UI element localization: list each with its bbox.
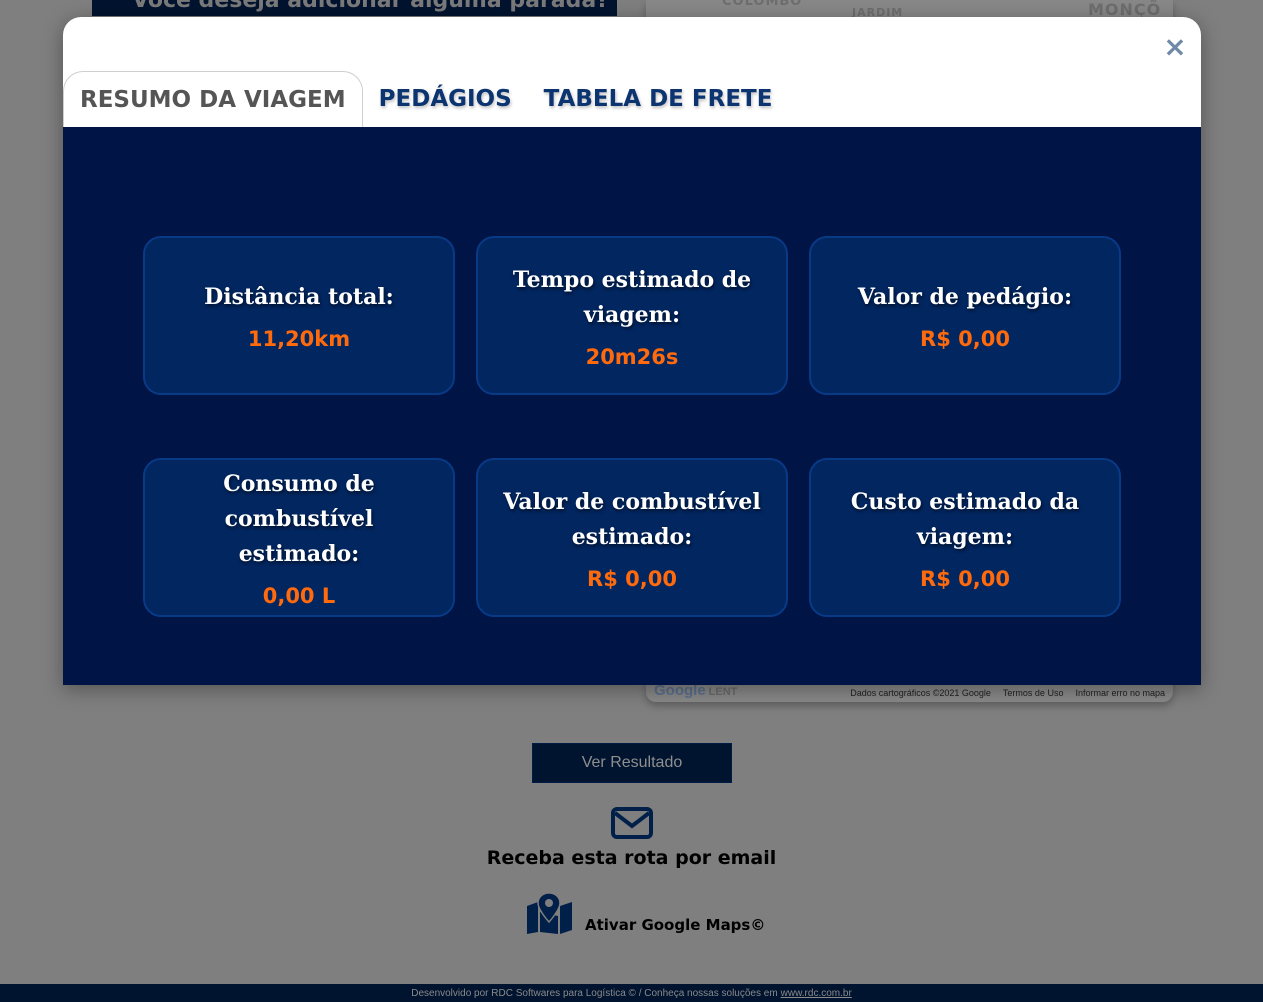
map-attribution: Dados cartográficos ©2021 Google [850, 688, 991, 698]
map-terms-link[interactable]: Termos de Uso [1003, 688, 1064, 698]
footer-text: Desenvolvido por RDC Softwares para Logí… [411, 987, 778, 999]
card-label: Tempo estimado de viagem: [512, 266, 752, 328]
footer-link[interactable]: www.rdc.com.br [781, 988, 852, 999]
tab-tolls[interactable]: PEDÁGIOS [363, 71, 528, 127]
card-label: Consumo de combustível estimado: [223, 471, 375, 567]
map-footer: Dados cartográficos ©2021 Google Termos … [646, 684, 1173, 702]
card-value: R$ 0,00 [920, 327, 1010, 351]
view-result-button[interactable]: Ver Resultado [532, 743, 732, 783]
card-toll-value: Valor de pedágio: R$ 0,00 [809, 236, 1121, 395]
card-value: 20m26s [585, 344, 679, 369]
email-route-text[interactable]: Receba esta rota por email [0, 847, 1263, 869]
map-report-link[interactable]: Informar erro no mapa [1075, 688, 1165, 698]
card-label: Valor de pedágio: [857, 284, 1073, 310]
google-maps-toggle[interactable]: Ativar Google Maps© [526, 892, 765, 934]
card-label: Distância total: [204, 284, 394, 310]
card-label: Valor de combustível estimado: [503, 488, 761, 550]
map-label-colombo: COLOMBO [722, 0, 803, 9]
stop-question-text: Você deseja adicionar alguma parada? [132, 0, 610, 13]
google-maps-label: Ativar Google Maps© [585, 916, 766, 934]
trip-summary-modal: × RESUMO DA VIAGEM PEDÁGIOS TABELA DE FR… [63, 17, 1201, 685]
card-total-distance: Distância total: 11,20km [143, 236, 455, 395]
card-value: R$ 0,00 [587, 566, 677, 591]
card-fuel-consumption: Consumo de combustível estimado: 0,00 L [143, 458, 455, 617]
summary-panel: Distância total: 11,20km Tempo estimado … [63, 127, 1201, 685]
card-label: Custo estimado da viagem: [850, 488, 1080, 550]
tab-trip-summary[interactable]: RESUMO DA VIAGEM [63, 71, 363, 127]
page-footer: Desenvolvido por RDC Softwares para Logí… [0, 984, 1263, 1002]
map-pin-icon [527, 892, 572, 934]
card-value: R$ 0,00 [920, 566, 1010, 591]
stop-question-header: Você deseja adicionar alguma parada? [92, 0, 617, 16]
card-value: 0,00 L [262, 584, 336, 608]
close-icon[interactable]: × [1161, 33, 1189, 61]
card-fuel-value: Valor de combustível estimado: R$ 0,00 [476, 458, 788, 617]
card-estimated-time: Tempo estimado de viagem: 20m26s [476, 236, 788, 395]
envelope-icon[interactable] [611, 807, 653, 839]
tab-freight-table[interactable]: TABELA DE FRETE [528, 71, 789, 127]
card-value: 11,20km [247, 327, 351, 351]
summary-cards: Distância total: 11,20km Tempo estimado … [143, 236, 1121, 617]
card-estimated-cost: Custo estimado da viagem: R$ 0,00 [809, 458, 1121, 617]
modal-tabs: RESUMO DA VIAGEM PEDÁGIOS TABELA DE FRET… [63, 71, 788, 127]
